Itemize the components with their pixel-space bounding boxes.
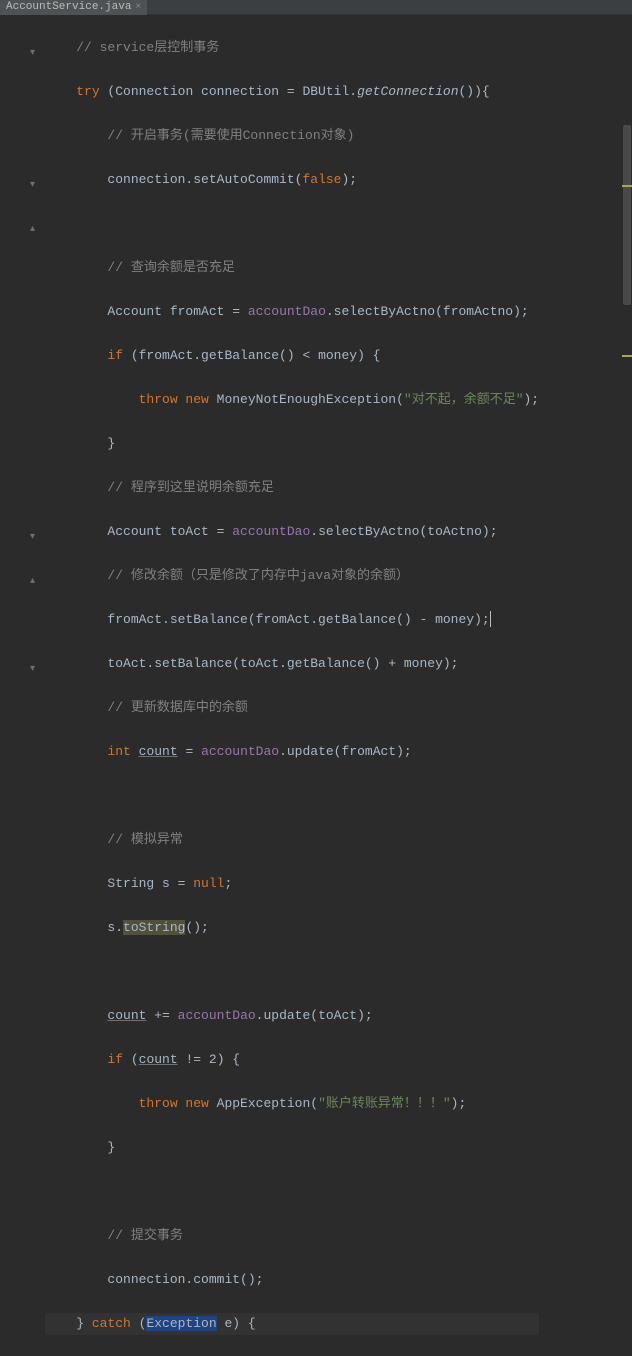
close-icon[interactable]: ×	[135, 0, 141, 15]
fold-icon[interactable]: ▾	[30, 659, 40, 669]
code-area[interactable]: // service层控制事务 try (Connection connecti…	[45, 15, 539, 678]
scroll-thumb[interactable]	[623, 125, 631, 305]
editor[interactable]: ▾ ▾ ▴ ▾ ▴ ▾ // service层控制事务 try (Connect…	[0, 15, 632, 678]
fold-icon[interactable]: ▴	[30, 219, 40, 229]
fold-icon[interactable]: ▾	[30, 43, 40, 53]
tab-bar: AccountService.java ×	[0, 0, 632, 15]
tab-filename: AccountService.java	[6, 0, 131, 15]
file-tab[interactable]: AccountService.java ×	[0, 0, 147, 15]
text-caret	[490, 611, 491, 627]
fold-icon[interactable]: ▴	[30, 571, 40, 581]
gutter[interactable]: ▾ ▾ ▴ ▾ ▴ ▾	[0, 15, 45, 678]
scrollbar[interactable]	[622, 15, 632, 678]
fold-icon[interactable]: ▾	[30, 527, 40, 537]
fold-icon[interactable]: ▾	[30, 175, 40, 185]
scrollbar-marker	[622, 355, 632, 357]
scrollbar-marker	[622, 185, 632, 187]
